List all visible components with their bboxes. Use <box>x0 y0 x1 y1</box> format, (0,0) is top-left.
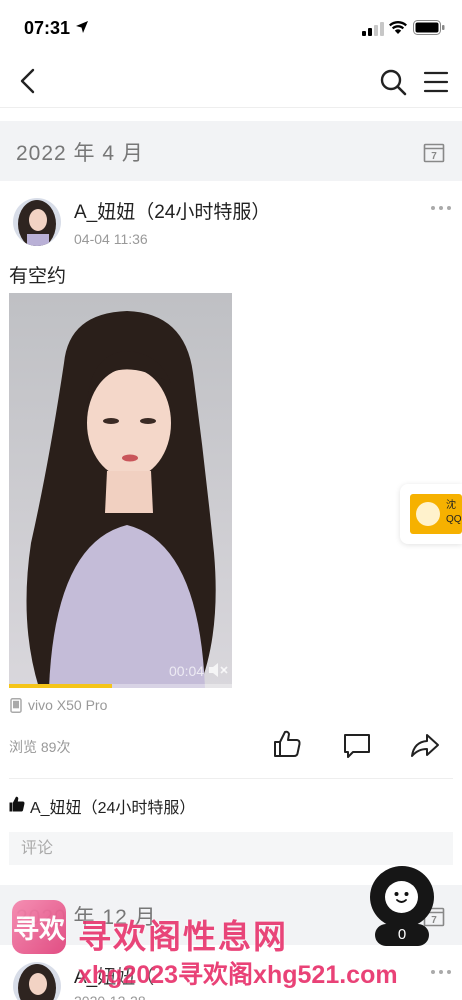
floating-chat-button[interactable] <box>370 866 434 928</box>
calendar-day: 7 <box>431 915 437 926</box>
likes-thumb-icon <box>9 796 25 812</box>
post-author[interactable]: A_妞妞（24小时特服） <box>74 197 270 224</box>
back-chevron-icon[interactable] <box>14 66 44 96</box>
post-time: 04-04 11:36 <box>74 231 148 247</box>
divider <box>9 778 453 779</box>
video-progress-fill <box>9 684 112 688</box>
post-text: 有空约 <box>9 266 67 287</box>
share-arrow-icon[interactable] <box>410 730 440 760</box>
avatar-image <box>13 198 61 246</box>
status-time: 07:31 <box>24 18 71 38</box>
device-label: vivo X50 Pro <box>28 697 108 713</box>
mascot-icon <box>416 502 440 526</box>
calendar-icon[interactable]: 7 <box>423 141 445 163</box>
video-time: 00:04 <box>169 663 205 679</box>
watermark-logo-text: 寻欢 <box>12 914 65 944</box>
ad-text: 沈 QQ <box>446 499 462 527</box>
watermark-url: xhg2023寻欢阁xhg521.com <box>78 961 398 989</box>
watermark-logo: 寻欢 <box>12 900 66 954</box>
video-player[interactable]: 00:04 <box>9 293 232 688</box>
more-options-icon[interactable] <box>430 967 452 977</box>
avatar[interactable] <box>13 962 61 1000</box>
video-progress-track[interactable] <box>9 684 232 688</box>
search-icon[interactable] <box>378 67 408 97</box>
comment-bubble-icon[interactable] <box>342 732 372 760</box>
avatar-image <box>13 962 61 1000</box>
cellular-signal-icon <box>362 22 384 36</box>
month-header: 2022 年 4 月 7 <box>0 121 462 181</box>
post-time: 2020-12-28 <box>74 993 146 1000</box>
more-options-icon[interactable] <box>430 203 452 213</box>
avatar[interactable] <box>13 198 61 246</box>
like-thumb-icon[interactable] <box>272 729 302 759</box>
views-count: 浏览 89次 <box>9 739 71 755</box>
battery-icon <box>413 20 445 35</box>
ad-banner: 沈 QQ <box>410 494 462 534</box>
liker-name[interactable]: A_妞妞（24小时特服） <box>30 794 195 818</box>
side-ad-tab[interactable]: 沈 QQ <box>400 484 462 544</box>
calendar-day: 7 <box>431 151 437 162</box>
month-label: 2022 年 4 月 <box>16 142 144 165</box>
nav-bar <box>0 56 462 108</box>
ad-text-line2: QQ <box>446 514 462 525</box>
ad-text-line1: 沈 <box>446 500 456 511</box>
watermark-title: 寻欢阁性息网 <box>78 918 288 955</box>
smiley-face-icon <box>385 881 418 913</box>
hamburger-menu-icon[interactable] <box>422 69 450 95</box>
video-thumbnail <box>9 293 232 688</box>
wifi-icon <box>389 20 407 34</box>
comment-input[interactable] <box>9 832 453 865</box>
status-bar: 07:31 <box>0 0 462 56</box>
mute-icon[interactable] <box>207 661 229 679</box>
phone-icon <box>10 698 22 713</box>
floating-badge-count: 0 <box>375 924 429 946</box>
location-arrow-icon <box>76 21 88 33</box>
